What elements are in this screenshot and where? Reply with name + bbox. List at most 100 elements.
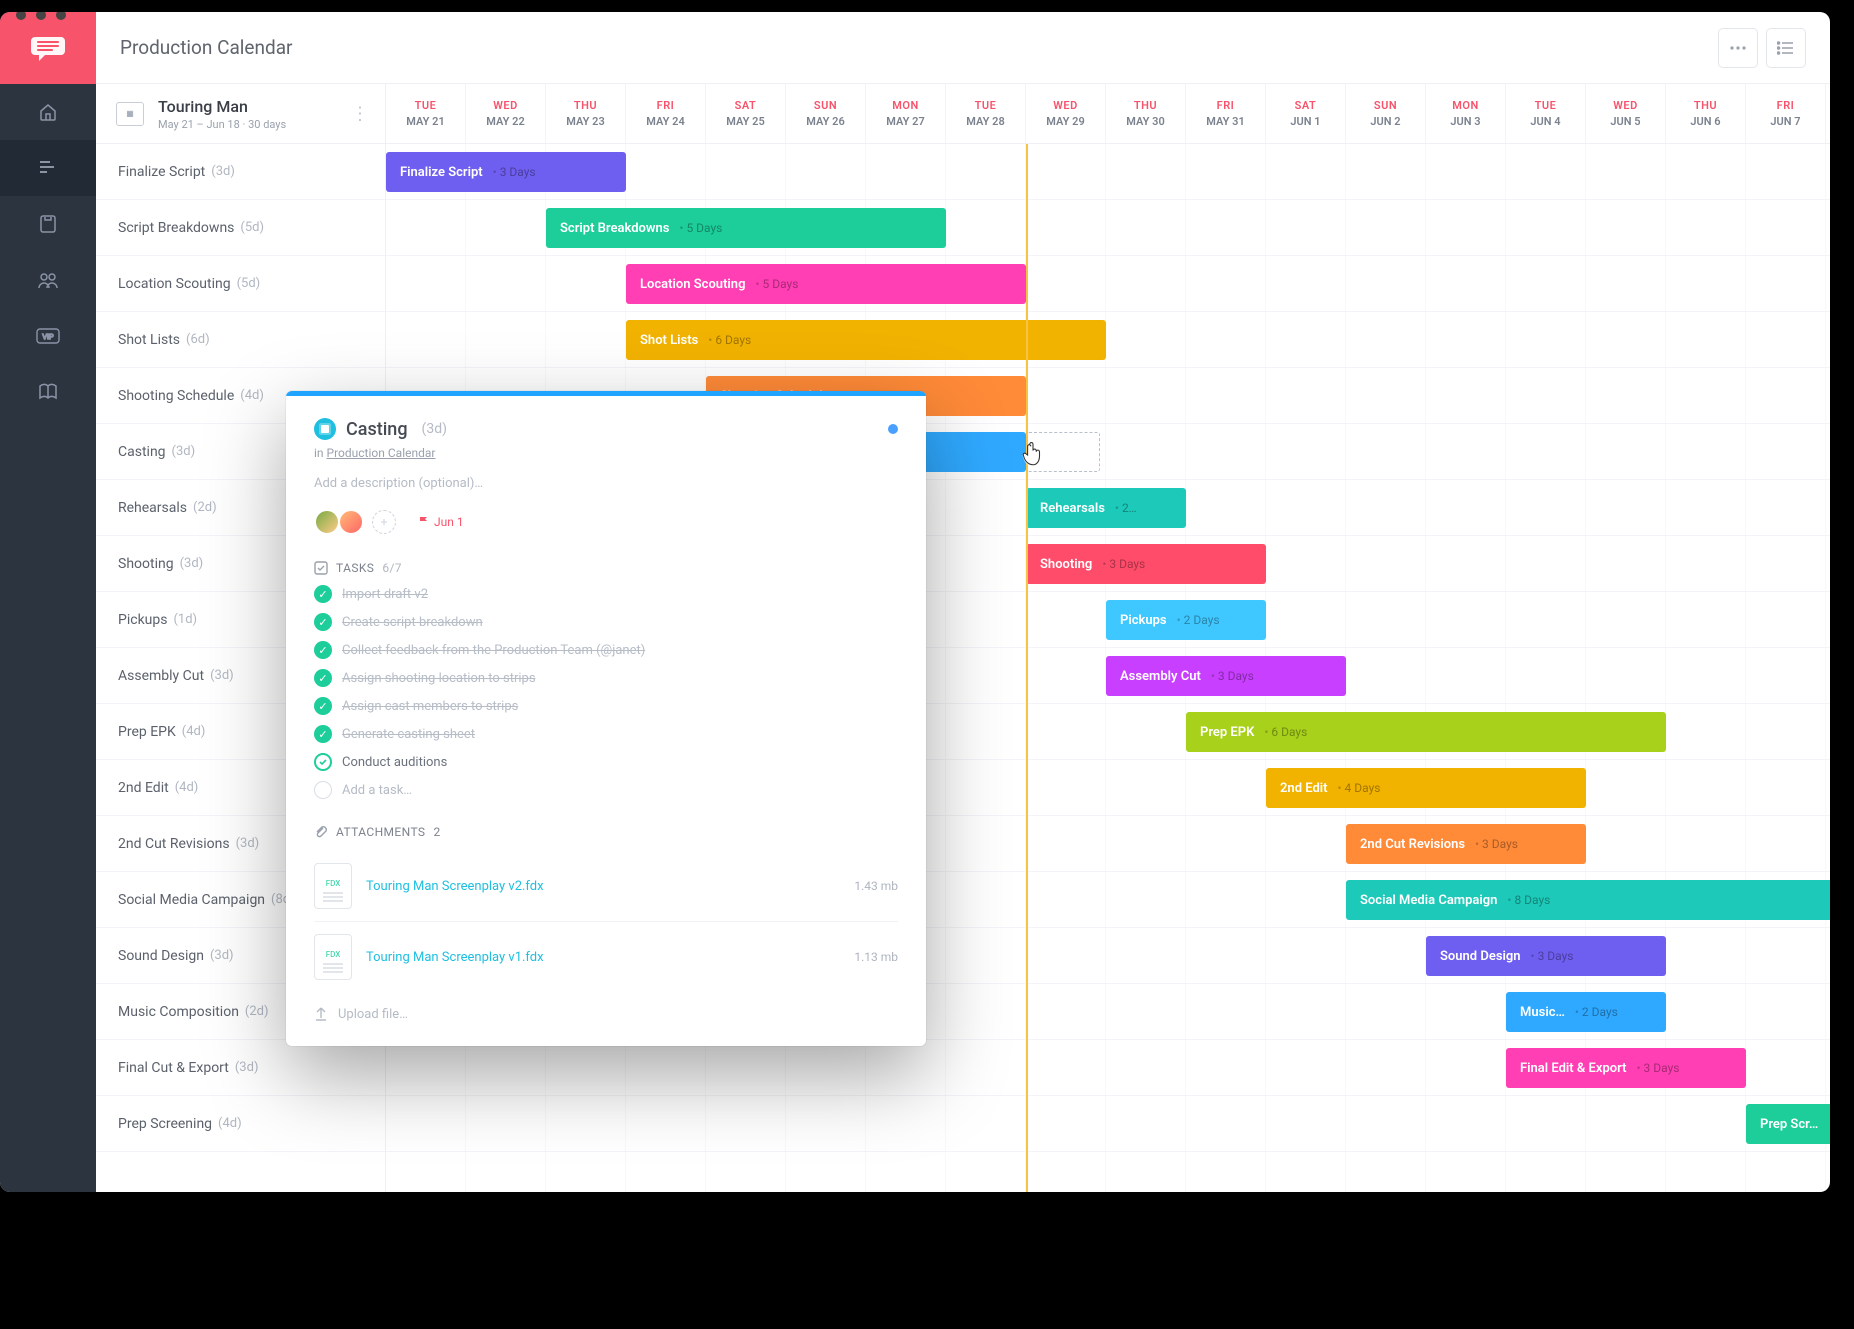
svg-text:VIP: VIP bbox=[42, 334, 54, 341]
subtask-checkbox[interactable]: ✓ bbox=[314, 697, 332, 715]
window-traffic-dots bbox=[16, 12, 66, 20]
subtask-label: Assign cast members to strips bbox=[342, 699, 518, 714]
date-column[interactable]: WEDMAY 22 bbox=[466, 84, 546, 143]
nav-home[interactable] bbox=[0, 84, 96, 140]
date-strip: TUEMAY 21WEDMAY 22THUMAY 23FRIMAY 24SATM… bbox=[386, 84, 1830, 143]
breadcrumb-link[interactable]: Production Calendar bbox=[327, 446, 436, 460]
subtask-row[interactable]: ✓Generate casting sheet bbox=[314, 725, 898, 743]
subtask-row[interactable]: ✓ Assign shooting location to strips bbox=[314, 669, 898, 687]
description-input[interactable]: Add a description (optional)… bbox=[314, 476, 898, 491]
gantt-bar[interactable]: Prep EPK6 Days bbox=[1186, 712, 1666, 752]
nav-team[interactable] bbox=[0, 252, 96, 308]
upload-file-button[interactable]: Upload file… bbox=[314, 1006, 898, 1022]
date-column[interactable]: SUNMAY 26 bbox=[786, 84, 866, 143]
tasks-icon bbox=[314, 561, 328, 575]
nav-vip[interactable]: VIP bbox=[0, 308, 96, 364]
project-cell[interactable]: ▦ Touring Man May 21 – Jun 18 · 30 days … bbox=[96, 84, 386, 143]
nav-library[interactable] bbox=[0, 364, 96, 420]
date-column[interactable]: TUEMAY 21 bbox=[386, 84, 466, 143]
subtask-checkbox[interactable]: ✓ bbox=[314, 725, 332, 743]
subheader: ▦ Touring Man May 21 – Jun 18 · 30 days … bbox=[96, 84, 1830, 144]
subtask-label: Assign shooting location to strips bbox=[342, 671, 536, 686]
date-column[interactable]: SATMAY 25 bbox=[706, 84, 786, 143]
gantt-bar[interactable]: Shooting3 Days bbox=[1026, 544, 1266, 584]
subtask-row[interactable]: ✓ Assign cast members to strips bbox=[314, 697, 898, 715]
date-column[interactable]: SUNJUN 2 bbox=[1346, 84, 1426, 143]
popover-title: Casting bbox=[346, 419, 408, 440]
more-options-button[interactable] bbox=[1718, 28, 1758, 68]
nav-rail: VIP bbox=[0, 12, 96, 1192]
gantt-bar[interactable]: Assembly Cut3 Days bbox=[1106, 656, 1346, 696]
subtask-label: Conduct auditions bbox=[342, 755, 447, 770]
tasks-count: 6/7 bbox=[382, 561, 402, 575]
date-column[interactable]: MONJUN 3 bbox=[1426, 84, 1506, 143]
subtask-checkbox[interactable]: ✓ bbox=[314, 613, 332, 631]
gantt-bar[interactable]: Social Media Campaign8 Days bbox=[1346, 880, 1830, 920]
avatar[interactable] bbox=[314, 509, 340, 535]
date-column[interactable]: TUEJUN 4 bbox=[1506, 84, 1586, 143]
gantt-bar[interactable]: Sound Design3 Days bbox=[1426, 936, 1666, 976]
logo-icon[interactable] bbox=[0, 12, 96, 84]
nav-gantt[interactable] bbox=[0, 140, 96, 196]
date-column[interactable]: WEDJUN 5 bbox=[1586, 84, 1666, 143]
task-row[interactable]: Finalize Script(3d) bbox=[96, 144, 385, 200]
gantt-bar[interactable]: Shot Lists6 Days bbox=[626, 320, 1106, 360]
page-title: Production Calendar bbox=[120, 36, 292, 59]
date-column[interactable]: MONMAY 27 bbox=[866, 84, 946, 143]
task-row[interactable]: Prep Screening(4d) bbox=[96, 1096, 385, 1152]
date-column[interactable]: TUEMAY 28 bbox=[946, 84, 1026, 143]
subtask-row[interactable]: Conduct auditions bbox=[314, 753, 898, 771]
subtask-checkbox[interactable]: ✓ bbox=[314, 585, 332, 603]
attachment-name[interactable]: Touring Man Screenplay v2.fdx bbox=[366, 879, 544, 894]
gantt-bar[interactable]: Prep Scr… bbox=[1746, 1104, 1830, 1144]
subtask-checkbox[interactable]: ✓ bbox=[314, 641, 332, 659]
gantt-bar[interactable]: Final Edit & Export3 Days bbox=[1506, 1048, 1746, 1088]
date-column[interactable]: SATJUN 1 bbox=[1266, 84, 1346, 143]
gantt-bar[interactable]: Script Breakdowns5 Days bbox=[546, 208, 946, 248]
date-column[interactable]: FRIMAY 24 bbox=[626, 84, 706, 143]
project-menu-icon[interactable]: ⋮ bbox=[351, 103, 371, 124]
popover-breadcrumb: in Production Calendar bbox=[314, 446, 898, 460]
subtask-checkbox[interactable]: ✓ bbox=[314, 669, 332, 687]
status-dot[interactable] bbox=[888, 424, 898, 434]
gantt-bar[interactable]: Pickups2 Days bbox=[1106, 600, 1266, 640]
gantt-bar[interactable]: Music…2 Days bbox=[1506, 992, 1666, 1032]
add-subtask-input[interactable]: Add a task… bbox=[314, 781, 898, 799]
date-column[interactable]: FRIJUN 7 bbox=[1746, 84, 1826, 143]
calendar-icon: ▦ bbox=[116, 102, 144, 126]
task-row[interactable]: Final Cut & Export(3d) bbox=[96, 1040, 385, 1096]
gantt-bar[interactable]: 2nd Edit4 Days bbox=[1266, 768, 1586, 808]
attachment-row[interactable]: FDX Touring Man Screenplay v1.fdx 1.13 m… bbox=[314, 921, 898, 992]
attachment-size: 1.13 mb bbox=[854, 950, 898, 964]
gantt-bar[interactable]: Location Scouting5 Days bbox=[626, 264, 1026, 304]
due-date-flag[interactable]: Jun 1 bbox=[418, 515, 464, 529]
attachments-label: ATTACHMENTS bbox=[336, 825, 425, 839]
avatar[interactable] bbox=[338, 509, 364, 535]
add-person-button[interactable]: + bbox=[372, 510, 396, 534]
subtask-checkbox[interactable] bbox=[314, 753, 332, 771]
date-column[interactable]: WEDMAY 29 bbox=[1026, 84, 1106, 143]
attachment-name[interactable]: Touring Man Screenplay v1.fdx bbox=[366, 950, 544, 965]
gantt-bar[interactable]: 2nd Cut Revisions3 Days bbox=[1346, 824, 1586, 864]
date-column[interactable]: THUMAY 23 bbox=[546, 84, 626, 143]
tasks-label: TASKS bbox=[336, 561, 374, 575]
subtask-row[interactable]: ✓Import draft v2 bbox=[314, 585, 898, 603]
attachment-row[interactable]: FDX Touring Man Screenplay v2.fdx 1.43 m… bbox=[314, 851, 898, 921]
subtask-label: Collect feedback from the Production Tea… bbox=[342, 643, 645, 658]
subtask-row[interactable]: ✓ Create script breakdown bbox=[314, 613, 898, 631]
task-row[interactable]: Script Breakdowns(5d) bbox=[96, 200, 385, 256]
subtask-row[interactable]: ✓ Collect feedback from the Production Te… bbox=[314, 641, 898, 659]
date-column[interactable]: THUJUN 6 bbox=[1666, 84, 1746, 143]
gantt-bar[interactable]: Rehearsals2… bbox=[1026, 488, 1186, 528]
list-view-button[interactable] bbox=[1766, 28, 1806, 68]
nav-docs[interactable] bbox=[0, 196, 96, 252]
subtask-label: Create script breakdown bbox=[342, 615, 483, 630]
attachment-icon bbox=[314, 825, 328, 839]
task-color-badge bbox=[314, 418, 336, 440]
task-row[interactable]: Location Scouting(5d) bbox=[96, 256, 385, 312]
task-row[interactable]: Shot Lists(6d) bbox=[96, 312, 385, 368]
date-column[interactable]: THUMAY 30 bbox=[1106, 84, 1186, 143]
date-column[interactable]: FRIMAY 31 bbox=[1186, 84, 1266, 143]
gantt-bar[interactable]: Finalize Script3 Days bbox=[386, 152, 626, 192]
attachments-count: 2 bbox=[433, 825, 440, 839]
